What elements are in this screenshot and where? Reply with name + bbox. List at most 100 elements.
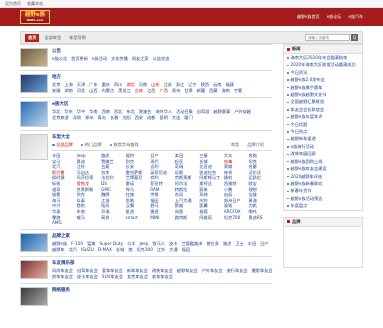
section-link[interactable]: 新车车友会	[127, 268, 148, 273]
section-link[interactable]: 福建	[225, 82, 233, 87]
section-link[interactable]: 江西	[147, 88, 155, 93]
brand-link[interactable]: 高合	[101, 215, 125, 221]
section-link[interactable]: 西藏	[209, 88, 217, 93]
search-icon[interactable]: Q	[351, 34, 358, 41]
section-link[interactable]: 文化传播	[111, 56, 128, 61]
section-link[interactable]: 公羊	[127, 241, 135, 246]
section-link[interactable]: 北京旅游	[52, 115, 69, 120]
section-link[interactable]: 湖北	[126, 82, 134, 87]
section-link[interactable]: 华中	[77, 109, 85, 114]
section-link[interactable]: 风尚车友会	[52, 268, 73, 273]
home-button[interactable]: 首页	[25, 33, 40, 42]
section-link[interactable]: 越野赛事	[213, 109, 230, 114]
brand-link[interactable]: 阿维塔	[199, 215, 223, 221]
news-item[interactable]: 越野e族新春联欢	[284, 180, 362, 187]
section-link[interactable]: 大连	[172, 115, 180, 120]
section-link[interactable]: e族活动	[92, 56, 107, 61]
section-link[interactable]: 华东	[64, 109, 72, 114]
news-item[interactable]: 2020年海南大区联谊活动圆满成功	[284, 61, 362, 68]
news-item[interactable]: 越野e族活动预告	[284, 195, 362, 202]
section-link[interactable]: 大通	[169, 247, 177, 252]
section-link[interactable]: 网友之家	[132, 56, 149, 61]
section-link[interactable]: 西南	[102, 109, 110, 114]
header-link-car[interactable]: e族汽车	[349, 14, 363, 19]
brand-label-models[interactable]: 车型	[231, 142, 239, 148]
section-link[interactable]: 黑龙江	[118, 88, 131, 93]
brand-link[interactable]: MINI	[150, 215, 174, 221]
brand-link[interactable]: 坦克700	[224, 215, 248, 221]
section-link[interactable]: 改装车友会	[152, 268, 173, 273]
news-item[interactable]: 今日话题	[284, 121, 362, 128]
news-item[interactable]: 越野e族2.0发布会	[284, 76, 362, 83]
brand-link[interactable]: 威马	[77, 215, 101, 221]
section-link[interactable]: 河北	[77, 88, 85, 93]
news-item[interactable]: 越野新车速递	[284, 135, 362, 142]
section-link[interactable]: 江苏	[164, 82, 172, 87]
section-link[interactable]: 越野e族	[52, 241, 67, 246]
section-link[interactable]: 河南	[139, 82, 147, 87]
section-link[interactable]: 上海	[64, 82, 72, 87]
section-link[interactable]: 内蒙古	[102, 88, 115, 93]
brand-link[interactable]: AMG	[52, 220, 76, 226]
brand-link[interactable]: smart	[126, 215, 150, 221]
site-logo[interactable]: 越野e族 fblife.com	[20, 10, 50, 24]
section-link[interactable]: Super Duty	[99, 241, 123, 246]
section-title[interactable]: e族大区	[52, 101, 272, 107]
tab-by-letter[interactable]: 按首字母查找	[109, 142, 139, 148]
section-link[interactable]: 昆明	[160, 115, 168, 120]
tab-all-brands[interactable]: 全部品牌	[52, 142, 73, 148]
section-link[interactable]: 山东	[151, 82, 159, 87]
section-link[interactable]: 重庆	[102, 82, 110, 87]
section-link[interactable]: 爱车车友会	[102, 268, 123, 273]
section-link[interactable]: 海南	[221, 88, 229, 93]
brand-link[interactable]: 路特斯	[175, 215, 199, 221]
section-link[interactable]: 兰德酷路泽	[181, 241, 202, 246]
section-link[interactable]: 辽宁	[188, 82, 196, 87]
section-link[interactable]: 路虎	[223, 241, 231, 246]
section-link[interactable]: 新疆	[197, 88, 205, 93]
section-thumbnail[interactable]	[20, 259, 48, 279]
section-link[interactable]: 普拉多	[206, 241, 219, 246]
section-link[interactable]: 陕西	[201, 82, 209, 87]
section-link[interactable]: 老车车友会	[152, 274, 173, 279]
section-link[interactable]: 厦门	[184, 115, 192, 120]
breadcrumb-all-models[interactable]: 全部车型	[44, 35, 61, 41]
news-item[interactable]: 新春年货节	[284, 187, 362, 194]
section-link[interactable]: 长春	[110, 115, 118, 120]
section-link[interactable]: e族公告	[52, 56, 67, 61]
section-link[interactable]: 自驾游	[197, 109, 210, 114]
section-title[interactable]: 公告	[52, 48, 272, 54]
section-link[interactable]: 四川	[114, 82, 122, 87]
section-link[interactable]: 宁夏	[234, 88, 242, 93]
section-link[interactable]: 湖南	[64, 88, 72, 93]
news-item[interactable]: e族骑行活动	[284, 143, 362, 150]
section-link[interactable]: 炮	[128, 247, 132, 252]
section-title[interactable]: 车友俱乐部	[52, 260, 277, 266]
section-link[interactable]: 北京	[52, 82, 60, 87]
section-link[interactable]: 成都	[147, 115, 155, 120]
section-link[interactable]: 浙江	[176, 82, 184, 87]
section-link[interactable]: 皮卡	[169, 241, 177, 246]
section-link[interactable]: 东北	[126, 109, 134, 114]
search-input[interactable]	[305, 34, 350, 41]
section-thumbnail[interactable]	[20, 286, 48, 306]
section-link[interactable]: 自驾车友会	[77, 268, 98, 273]
news-item[interactable]: 车友会会长联谊会	[284, 106, 362, 113]
news-item[interactable]: 越野e族团购上线	[284, 158, 362, 165]
section-link[interactable]: 旅行车友会	[227, 268, 248, 273]
news-item[interactable]: 海南大区2020年年会圆满结束	[284, 54, 362, 61]
section-link[interactable]: 越野车友会	[177, 268, 198, 273]
news-item[interactable]: 越野e族越野文化节	[284, 91, 362, 98]
section-link[interactable]: 坦克300	[136, 247, 152, 252]
section-link[interactable]: 户外穿越	[234, 109, 251, 114]
section-thumbnail[interactable]	[20, 232, 48, 252]
section-link[interactable]: Jeep	[139, 241, 148, 246]
section-link[interactable]: 户外车友会	[202, 268, 223, 273]
section-link[interactable]: 西北	[114, 109, 122, 114]
breadcrumb-guide[interactable]: 车型导购	[69, 35, 86, 41]
section-link[interactable]: 活动召集	[176, 109, 193, 114]
section-title[interactable]: 品牌之家	[52, 233, 273, 239]
header-link-forum[interactable]: e族论坛	[327, 14, 341, 19]
news-item[interactable]: 2020越野车评选	[284, 173, 362, 180]
section-link[interactable]: 山西	[89, 88, 97, 93]
